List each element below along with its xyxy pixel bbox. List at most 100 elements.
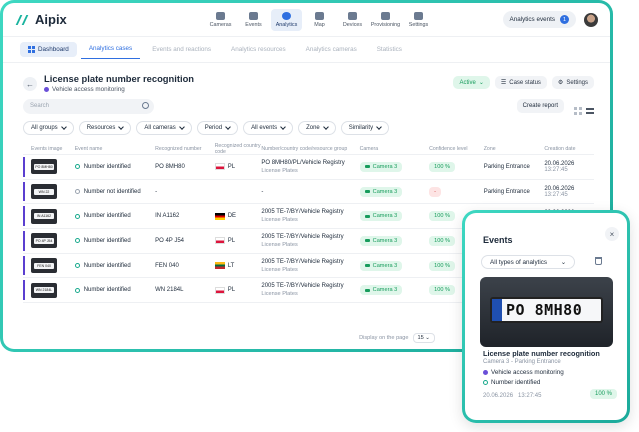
filter-all-groups[interactable]: All groups xyxy=(23,121,74,135)
flag-pl-icon xyxy=(214,237,225,245)
create-report-button[interactable]: Create report xyxy=(516,99,564,113)
nav-item-settings[interactable]: Settings xyxy=(403,9,434,31)
nav-item-map[interactable]: Map xyxy=(304,9,335,31)
case-status-button[interactable]: ☰ Case status xyxy=(494,76,547,89)
confidence-cell: - xyxy=(429,186,484,197)
search-input[interactable]: Search xyxy=(23,99,154,114)
tab-statistics[interactable]: Statistics xyxy=(369,42,410,57)
filter-label: Zone xyxy=(306,125,320,131)
camera-cell: Camera 3 xyxy=(359,285,430,296)
plate-thumbnail[interactable]: WN 22 xyxy=(31,184,57,200)
camera-cell: Camera 3 xyxy=(359,211,430,222)
camera-badge[interactable]: Camera 3 xyxy=(359,260,403,271)
back-button[interactable]: ← xyxy=(23,77,37,91)
app-logo[interactable]: Aipix xyxy=(15,12,205,27)
settings-button[interactable]: ⚙ Settings xyxy=(551,76,594,89)
plate-thumbnail[interactable]: WN 2184L xyxy=(31,282,57,298)
resource-group-sub: License Plates xyxy=(261,266,298,273)
zone: Parking Entrance xyxy=(483,163,530,170)
country-code: LT xyxy=(227,262,235,269)
camera-icon xyxy=(364,239,370,243)
tab-bar: Dashboard Analytics cases Events and reac… xyxy=(3,37,610,63)
filter-all-cameras[interactable]: All cameras xyxy=(136,121,192,135)
plate-thumbnail[interactable]: PO 4P J54 xyxy=(31,233,57,249)
camera-name: Camera 3 xyxy=(372,163,398,170)
analytics-events-button[interactable]: Analytics events 1 xyxy=(502,11,576,28)
zone: Parking Entrance xyxy=(483,188,530,195)
flag-pl-icon xyxy=(214,163,225,171)
recognized-number: PO 8MH80 xyxy=(155,163,185,170)
camera-badge[interactable]: Camera 3 xyxy=(359,161,403,172)
plate-thumbnail[interactable]: FEN 040 xyxy=(31,258,57,274)
nav-item-devices[interactable]: Devices xyxy=(337,9,368,31)
column-header: Recognized number xyxy=(155,145,202,152)
close-button[interactable]: × xyxy=(605,227,619,241)
app-name: Aipix xyxy=(35,12,67,27)
camera-badge[interactable]: Camera 3 xyxy=(359,186,403,197)
trash-icon[interactable] xyxy=(595,257,602,265)
grid-view-icon[interactable] xyxy=(574,102,582,115)
filter-bar: All groups Resources All cameras Period All … xyxy=(23,121,390,135)
analytics-type-select[interactable]: All types of analytics ⌄ xyxy=(481,255,575,269)
tab-analytics-resources[interactable]: Analytics resources xyxy=(223,42,294,57)
camera-badge[interactable]: Camera 3 xyxy=(359,285,403,296)
confidence-badge: 100 % xyxy=(429,285,456,296)
event-image[interactable]: PO 8MH80 xyxy=(480,277,613,347)
event-name-cell: Number identified xyxy=(74,287,155,293)
camera-cell: Camera 3 xyxy=(359,260,430,271)
plate-thumbnail[interactable]: IN A1162 xyxy=(31,208,57,224)
tab-analytics-cases[interactable]: Analytics cases xyxy=(80,41,141,59)
analytics-icon xyxy=(282,11,291,20)
event-ring-icon xyxy=(483,380,488,385)
filter-similarity[interactable]: Similarity xyxy=(340,121,390,135)
filter-all-events[interactable]: All events xyxy=(243,121,294,135)
filter-period[interactable]: Period xyxy=(196,121,239,135)
creation-date-cell: 20.06.202613:27:45 xyxy=(544,186,594,198)
event-name: Number identified xyxy=(83,163,131,170)
recognized-number: PO 4P J54 xyxy=(155,237,185,244)
flag-de-icon xyxy=(214,212,225,220)
resource-group-sub: License Plates xyxy=(261,167,298,174)
list-view-icon[interactable] xyxy=(586,102,594,114)
resource-group-cell: PO 8MH80/PL/Vehicle Registry License Plat… xyxy=(261,160,359,174)
thumbnail-plate-text: IN A1162 xyxy=(34,213,54,220)
recognized-number: IN A1162 xyxy=(155,213,180,220)
analytics-events-count-badge: 1 xyxy=(560,15,569,24)
nav-item-label: Events xyxy=(245,21,262,28)
resource-group-sub: License Plates xyxy=(261,291,298,298)
nav-item-label: Devices xyxy=(342,21,363,28)
table-row[interactable]: WN 22 Number not identified - - Camera 3 - Par… xyxy=(23,180,594,205)
flag-pl-icon xyxy=(214,286,225,294)
monitor-icon xyxy=(348,11,357,20)
tab-dashboard[interactable]: Dashboard xyxy=(20,42,77,57)
tab-analytics-cameras[interactable]: Analytics cameras xyxy=(298,42,365,57)
column-header: Confidence level xyxy=(429,145,468,152)
nav-item-cameras[interactable]: Cameras xyxy=(205,9,236,31)
avatar[interactable] xyxy=(584,12,598,27)
thumbnail-plate-text: PO 8MH80 xyxy=(34,163,54,170)
event-case: Vehicle access monitoring xyxy=(483,369,564,376)
resource-group: - xyxy=(261,188,264,195)
nav-item-events[interactable]: Events xyxy=(238,9,269,31)
plate-thumbnail[interactable]: PO 8MH80 xyxy=(31,159,57,175)
table-row[interactable]: PO 8MH80 Number identified PO 8MH80 PL PO 8M… xyxy=(23,155,594,180)
nav-item-provisioning[interactable]: Provisioning xyxy=(370,9,401,31)
settings-label: Settings xyxy=(566,79,588,86)
filter-zone[interactable]: Zone xyxy=(298,121,336,135)
nav-item-analytics[interactable]: Analytics xyxy=(271,8,302,31)
search-icon xyxy=(142,102,149,109)
arrow-left-icon: ← xyxy=(26,79,34,89)
resource-group-cell: 2005 TE-7/BY/Vehicle Registry License Pla… xyxy=(261,259,359,273)
filter-resources[interactable]: Resources xyxy=(78,121,132,135)
tab-events-and-reactions[interactable]: Events and reactions xyxy=(144,42,219,57)
resource-group: 2005 TE-7/BY/Vehicle Registry xyxy=(261,283,344,290)
page-size-select[interactable]: 15 ⌄ xyxy=(412,333,435,343)
chevron-down-icon xyxy=(60,124,67,130)
status-dropdown[interactable]: Active ⌄ xyxy=(453,76,490,89)
analytics-events-label: Analytics events xyxy=(509,16,556,23)
event-image-cell: IN A1162 xyxy=(23,208,75,224)
camera-badge[interactable]: Camera 3 xyxy=(359,211,403,222)
filter-label: Resources xyxy=(86,125,116,131)
camera-icon xyxy=(364,165,370,169)
camera-badge[interactable]: Camera 3 xyxy=(359,235,403,246)
